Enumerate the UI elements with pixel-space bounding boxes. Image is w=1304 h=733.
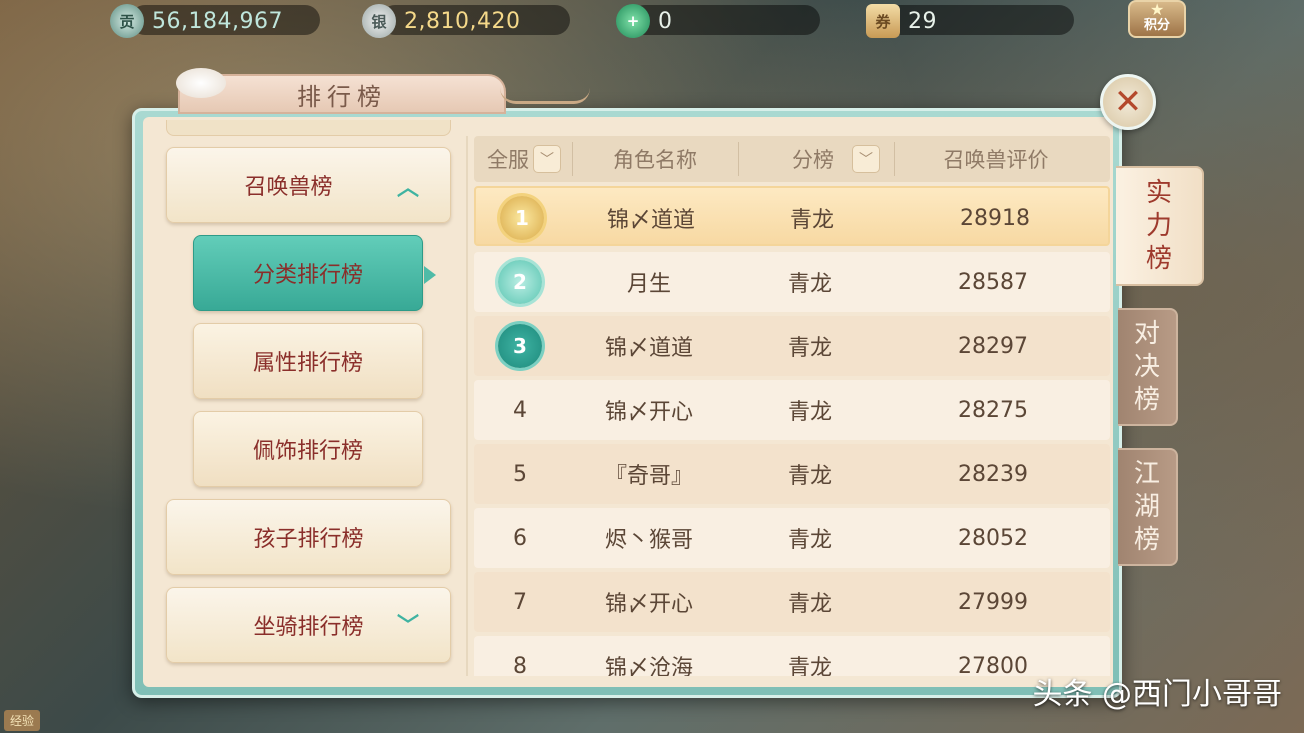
close-icon: ✕ (1113, 82, 1143, 122)
scroll-ticket-icon: 券 (866, 4, 900, 38)
table-header: 全服 ﹀ 角色名称 分榜 ﹀ 召唤兽评价 (474, 136, 1110, 182)
score: 28275 (958, 397, 1028, 423)
experience-tag: 经验 (4, 710, 41, 731)
bronze-medal-icon: 3 (498, 324, 542, 368)
score: 28297 (958, 333, 1028, 359)
menu-category-label: 召唤兽榜 (244, 175, 333, 200)
table-row[interactable]: 7 锦〆开心 青龙 27999 (474, 572, 1110, 632)
currency-ticket: 券 29 (866, 4, 937, 38)
jade-add-icon[interactable]: + (616, 4, 650, 38)
branch: 青龙 (787, 272, 832, 297)
score: 28587 (958, 269, 1028, 295)
silver-medal-icon: 2 (498, 260, 542, 304)
table-row[interactable]: 3 锦〆道道 青龙 28297 (474, 316, 1110, 376)
header-branch-filter[interactable]: 分榜 ﹀ (738, 136, 894, 182)
points-button[interactable]: ★ 积分 (1128, 0, 1186, 38)
lotus-ornament-icon (176, 68, 226, 98)
chevron-down-icon[interactable]: ﹀ (397, 608, 419, 640)
rank: 6 (513, 525, 527, 551)
silver-ingot-icon: 银 (362, 4, 396, 38)
active-indicator-arrow (424, 266, 436, 284)
header-branch-label: 分榜 (792, 148, 834, 172)
currency-jade[interactable]: + 0 (616, 4, 673, 38)
branch: 青龙 (787, 592, 832, 617)
score: 28239 (958, 461, 1028, 487)
role-name: 月生 (626, 272, 671, 297)
column-divider (466, 136, 468, 676)
table-row[interactable]: 8 锦〆沧海 青龙 27800 (474, 636, 1110, 676)
chevron-down-icon[interactable]: ﹀ (852, 145, 880, 173)
table-row[interactable]: 2 月生 青龙 28587 (474, 252, 1110, 312)
header-server-filter[interactable]: 全服 ﹀ (478, 136, 570, 182)
menu-item-label: 分类排行榜 (252, 263, 363, 288)
menu-item-mount-ranking[interactable]: 坐骑排行榜 ﹀ (166, 587, 451, 663)
role-name: 『奇哥』 (604, 464, 693, 489)
page-title: 排行榜 (297, 82, 387, 111)
jade-value: 0 (658, 8, 673, 34)
branch: 青龙 (787, 656, 832, 676)
panel-title-tab: 排行榜 (178, 74, 506, 114)
chevron-up-icon[interactable]: ︿ (397, 170, 419, 202)
tab-jianghu-ranking[interactable]: 江 湖 榜 (1118, 448, 1178, 566)
rank: 8 (513, 653, 527, 677)
tab-duel-ranking[interactable]: 对 决 榜 (1118, 308, 1178, 426)
branch: 青龙 (787, 336, 832, 361)
close-button[interactable]: ✕ (1100, 74, 1156, 130)
currency-silver: 银 2,810,420 (362, 4, 520, 38)
header-role-label: 角色名称 (613, 148, 697, 172)
menu-item-label: 属性排行榜 (252, 351, 363, 376)
branch: 青龙 (789, 208, 834, 233)
branch: 青龙 (787, 400, 832, 425)
currency-contribution: 贡 56,184,967 (110, 4, 283, 38)
role-name: 锦〆道道 (604, 336, 693, 361)
header-score: 召唤兽评价 (894, 136, 1098, 182)
menu-item-category-ranking[interactable]: 分类排行榜 (193, 235, 423, 311)
header-role-name: 角色名称 (572, 136, 738, 182)
role-name: 锦〆开心 (604, 400, 693, 425)
header-server-label: 全服 (487, 148, 529, 172)
contribution-value: 56,184,967 (152, 8, 283, 34)
rank: 7 (513, 589, 527, 615)
table-row[interactable]: 6 烬丶猴哥 青龙 28052 (474, 508, 1110, 568)
tab-label: 对 决 榜 (1133, 318, 1160, 415)
tab-strength-ranking[interactable]: 实 力 榜 (1116, 166, 1204, 286)
menu-category-summon-beast[interactable]: 召唤兽榜 ︿ (166, 147, 451, 223)
score: 28918 (960, 205, 1030, 231)
role-name: 烬丶猴哥 (604, 528, 693, 553)
tab-label: 实 力 榜 (1145, 177, 1172, 274)
menu-item-accessory-ranking[interactable]: 佩饰排行榜 (193, 411, 423, 487)
gold-medal-icon: 1 (500, 196, 544, 240)
currency-bar: 贡 56,184,967 银 2,810,420 + 0 券 29 ★ 积分 (0, 0, 1304, 44)
rank: 5 (513, 461, 527, 487)
role-name: 锦〆沧海 (604, 656, 693, 676)
score: 27999 (958, 589, 1028, 615)
cloud-swirl-ornament (500, 88, 590, 104)
tab-label: 江 湖 榜 (1133, 458, 1160, 555)
branch: 青龙 (787, 464, 832, 489)
menu-item-partial[interactable] (166, 120, 451, 136)
ranking-list[interactable]: 1 锦〆道道 青龙 28918 2 月生 青龙 28587 3 锦〆道道 青龙 … (474, 186, 1110, 676)
menu-item-label: 坐骑排行榜 (253, 615, 364, 640)
table-row[interactable]: 1 锦〆道道 青龙 28918 (474, 186, 1110, 246)
chevron-down-icon[interactable]: ﹀ (533, 145, 561, 173)
watermark: 头条 @西门小哥哥 (1032, 677, 1282, 712)
table-row[interactable]: 4 锦〆开心 青龙 28275 (474, 380, 1110, 440)
header-score-label: 召唤兽评价 (943, 148, 1049, 172)
rank: 4 (513, 397, 527, 423)
menu-item-child-ranking[interactable]: 孩子排行榜 (166, 499, 451, 575)
silver-value: 2,810,420 (404, 8, 521, 34)
ticket-value: 29 (908, 8, 937, 34)
table-row[interactable]: 5 『奇哥』 青龙 28239 (474, 444, 1110, 504)
branch: 青龙 (787, 528, 832, 553)
menu-item-label: 佩饰排行榜 (252, 439, 363, 464)
score: 28052 (958, 525, 1028, 551)
role-name: 锦〆道道 (606, 208, 695, 233)
menu-item-attribute-ranking[interactable]: 属性排行榜 (193, 323, 423, 399)
menu-item-label: 孩子排行榜 (253, 527, 364, 552)
contribution-coin-icon: 贡 (110, 4, 144, 38)
star-icon: ★ (1150, 0, 1165, 19)
role-name: 锦〆开心 (604, 592, 693, 617)
